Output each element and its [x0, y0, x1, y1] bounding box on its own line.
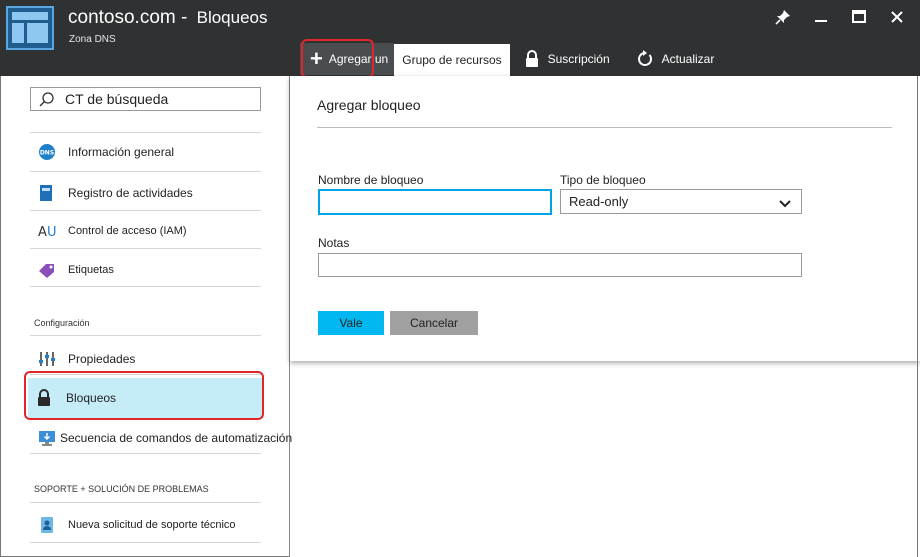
lock-type-select[interactable]: Read-only [560, 189, 802, 214]
search-icon [39, 92, 55, 113]
locks-item-highlight [24, 371, 264, 420]
svg-text:U: U [47, 225, 57, 239]
resource-group-tab[interactable]: Grupo de recursos [394, 44, 510, 76]
section-header-support: SOPORTE + SOLUCIÓN DE PROBLEMAS [34, 484, 209, 494]
refresh-icon [636, 50, 654, 68]
pin-icon[interactable] [772, 6, 794, 28]
dns-zone-app-icon [6, 6, 54, 50]
section-header-settings: Configuración [34, 318, 90, 328]
window-controls [772, 6, 908, 28]
search-box[interactable] [30, 87, 261, 111]
ok-button[interactable]: Vale [318, 311, 384, 335]
resource-name: contoso.com - [68, 7, 188, 28]
blade-name: Bloqueos [196, 8, 268, 27]
resource-menu: DNS Información general Registro de acti… [0, 76, 293, 557]
lock-name-label: Nombre de bloqueo [318, 173, 424, 187]
dns-globe-icon: DNS [38, 143, 64, 161]
tag-icon [38, 262, 64, 278]
sidebar-item-activity-log[interactable]: Registro de actividades [30, 175, 290, 211]
sidebar-item-overview[interactable]: DNS Información general [30, 134, 290, 170]
divider [30, 132, 261, 133]
lock-name-input[interactable] [318, 189, 552, 215]
refresh-label: Actualizar [661, 52, 715, 66]
cancel-button[interactable]: Cancelar [390, 311, 478, 335]
maximize-icon[interactable] [848, 6, 870, 28]
lock-type-label: Tipo de bloqueo [560, 173, 646, 187]
divider [30, 453, 261, 454]
subscription-button[interactable]: Suscripción [510, 42, 610, 76]
sidebar-item-label: Nueva solicitud de soporte técnico [68, 519, 236, 531]
subscription-label: Suscripción [547, 52, 610, 66]
sidebar-item-label: Secuencia de comandos de automatización [60, 431, 293, 445]
automation-script-icon [38, 429, 56, 447]
resource-type: Zona DNS [69, 34, 116, 45]
divider [30, 248, 261, 249]
minimize-icon[interactable] [810, 6, 832, 28]
lock-icon [524, 50, 540, 68]
add-button-highlight [301, 39, 374, 78]
svg-text:A: A [38, 225, 47, 239]
sidebar-item-access-control[interactable]: AU Control de acceso (IAM) [30, 213, 290, 249]
notes-input[interactable] [318, 253, 802, 277]
divider [30, 171, 261, 172]
sidebar-item-automation-script[interactable]: Secuencia de comandos de automatización [30, 420, 293, 456]
close-icon[interactable] [886, 6, 908, 28]
divider [30, 542, 261, 543]
divider [30, 502, 261, 503]
sidebar-item-label: Registro de actividades [68, 186, 193, 200]
sidebar-item-tags[interactable]: Etiquetas [30, 252, 290, 288]
support-person-icon [38, 516, 64, 534]
divider [30, 286, 261, 287]
refresh-button[interactable]: Actualizar [610, 42, 715, 76]
sidebar-item-label: Etiquetas [68, 264, 114, 276]
sidebar-item-new-support-request[interactable]: Nueva solicitud de soporte técnico [30, 507, 290, 543]
sidebar-item-label: Control de acceso (IAM) [68, 225, 187, 237]
blade-divider [317, 127, 892, 128]
activity-log-icon [38, 184, 64, 202]
sidebar-item-label: Información general [68, 145, 175, 159]
window-title: contoso.com - Bloqueos [68, 7, 268, 29]
access-control-icon: AU [38, 223, 64, 239]
search-input[interactable] [65, 90, 255, 108]
notes-label: Notas [318, 236, 350, 250]
divider [30, 210, 261, 211]
chevron-down-icon [779, 197, 791, 212]
properties-icon [38, 351, 64, 367]
blade-title: Agregar bloqueo [317, 97, 421, 113]
sidebar-item-label: Propiedades [68, 352, 136, 366]
resource-group-label: Grupo de recursos [402, 53, 502, 67]
lock-type-value: Read-only [569, 194, 629, 209]
divider [30, 335, 261, 336]
title-bar: contoso.com - Bloqueos Zona DNS + Agrega… [0, 0, 920, 76]
svg-text:DNS: DNS [40, 150, 54, 157]
window-border [917, 76, 918, 557]
add-lock-blade: Agregar bloqueo Nombre de bloqueo Tipo d… [290, 76, 920, 361]
